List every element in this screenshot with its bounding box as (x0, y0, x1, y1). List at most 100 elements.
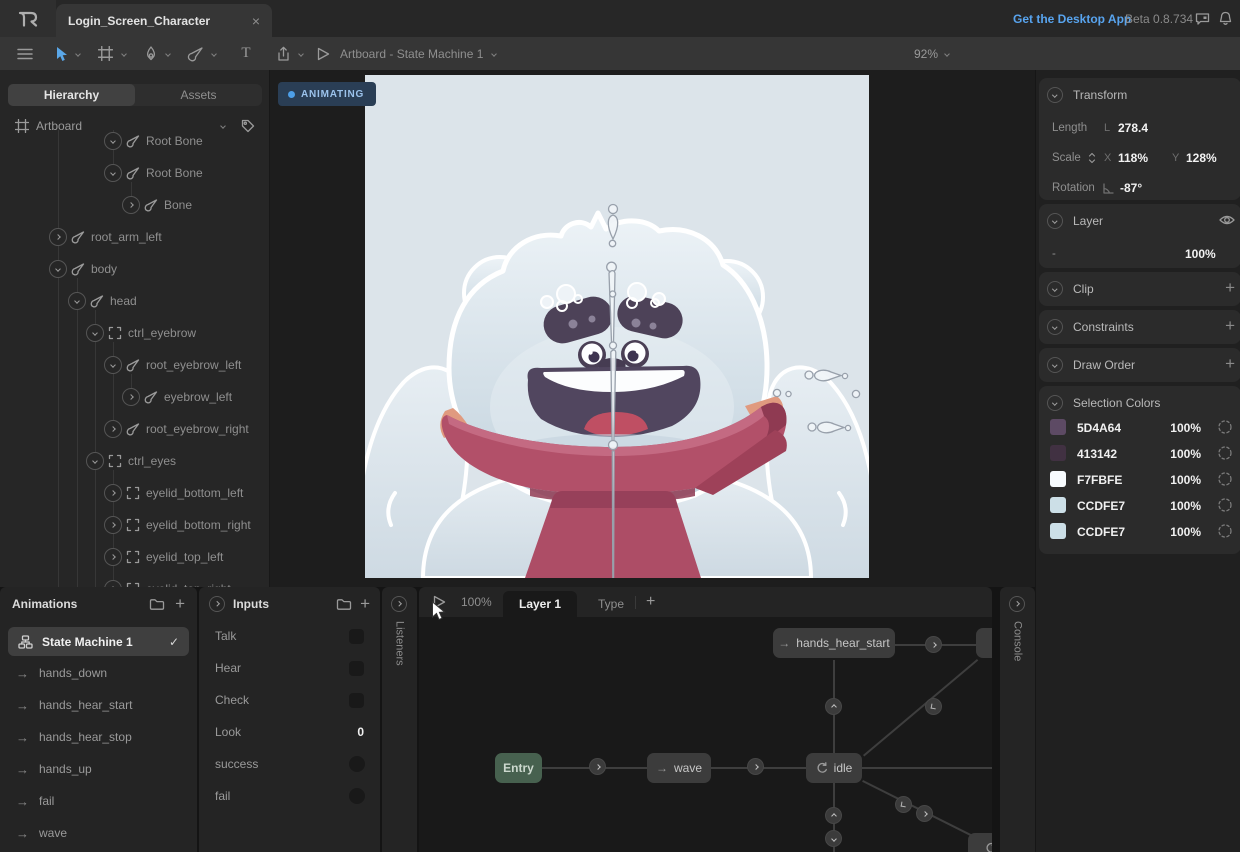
console-strip[interactable]: Console (1000, 587, 1035, 852)
expand-toggle[interactable] (104, 420, 122, 438)
tree-item[interactable]: Bone (0, 189, 269, 221)
scale-x-value[interactable]: 118% (1118, 151, 1148, 165)
transition-arrow[interactable] (825, 807, 842, 824)
export-dropdown[interactable] (296, 37, 306, 70)
rive-logo[interactable] (0, 0, 56, 37)
folder-icon[interactable] (336, 597, 352, 611)
bone-tool-dropdown[interactable] (209, 37, 219, 70)
tree-item[interactable]: body (0, 253, 269, 285)
pen-tool[interactable] (142, 37, 160, 70)
tree-item[interactable]: Root Bone (0, 130, 269, 157)
add-input-button[interactable]: + (360, 594, 370, 614)
color-target-icon[interactable] (1217, 471, 1233, 487)
transition-arrow[interactable] (925, 636, 942, 653)
node-partial[interactable] (976, 628, 992, 658)
trigger-button[interactable] (349, 788, 365, 804)
rotation-value[interactable]: -87° (1120, 181, 1142, 195)
expand-toggle[interactable] (49, 260, 67, 278)
animation-item[interactable]: →hands_hear_start (0, 689, 197, 721)
expand-chevron-icon[interactable] (391, 596, 407, 612)
length-value[interactable]: 278.4 (1118, 121, 1148, 135)
tree-item[interactable]: ctrl_eyes (0, 445, 269, 477)
artboard-canvas[interactable] (365, 75, 869, 578)
graph-zoom-level[interactable]: 100% (461, 595, 492, 609)
boolean-toggle[interactable] (349, 629, 364, 644)
color-target-icon[interactable] (1217, 497, 1233, 513)
transition-arrow[interactable] (916, 805, 933, 822)
artboard-collapse-chevron-icon[interactable] (220, 123, 226, 129)
expand-toggle[interactable] (122, 196, 140, 214)
boolean-toggle[interactable] (349, 693, 364, 708)
transition-arrow[interactable] (747, 758, 764, 775)
expand-toggle[interactable] (104, 356, 122, 374)
listeners-strip[interactable]: Listeners (382, 587, 417, 852)
tree-item[interactable]: eyelid_top_right (0, 573, 269, 587)
tree-item[interactable]: Root Bone (0, 157, 269, 189)
expand-toggle[interactable] (122, 388, 140, 406)
color-swatch[interactable] (1050, 471, 1066, 487)
collapse-chevron-icon[interactable] (209, 596, 225, 612)
animation-item-state-machine[interactable]: State Machine 1 ✓ (8, 627, 189, 656)
input-row[interactable]: fail (199, 780, 380, 812)
tree-item[interactable]: root_eyebrow_right (0, 413, 269, 445)
expand-toggle[interactable] (104, 164, 122, 182)
color-target-icon[interactable] (1217, 419, 1233, 435)
tree-item[interactable]: eyelid_bottom_right (0, 509, 269, 541)
scale-y-value[interactable]: 128% (1186, 151, 1217, 165)
artboard-state-selector[interactable]: Artboard - State Machine 1 (340, 37, 496, 70)
color-target-icon[interactable] (1217, 523, 1233, 539)
tree-item[interactable]: root_arm_left (0, 221, 269, 253)
file-tab[interactable]: Login_Screen_Character × (56, 4, 272, 37)
color-target-icon[interactable] (1217, 445, 1233, 461)
add-animation-button[interactable]: + (175, 594, 185, 614)
tab-assets[interactable]: Assets (135, 84, 262, 106)
feedback-icon[interactable] (1195, 0, 1210, 37)
add-clip-button[interactable]: + (1225, 280, 1235, 296)
select-tool-dropdown[interactable] (73, 37, 83, 70)
color-swatch[interactable] (1050, 523, 1066, 539)
node-idle[interactable]: idle (806, 753, 862, 783)
layer-name[interactable]: - (1052, 248, 1056, 260)
collapse-chevron-icon[interactable] (1047, 281, 1063, 297)
select-tool[interactable] (52, 37, 72, 70)
input-row[interactable]: Talk (199, 620, 380, 652)
notifications-bell-icon[interactable] (1218, 0, 1233, 37)
expand-chevron-icon[interactable] (1009, 596, 1025, 612)
bone-tool[interactable] (185, 37, 205, 70)
tab-layer-1[interactable]: Layer 1 (503, 591, 577, 617)
animation-item[interactable]: →hands_down (0, 657, 197, 689)
collapse-chevron-icon[interactable] (1047, 87, 1063, 103)
export-icon[interactable] (274, 37, 292, 70)
input-row[interactable]: success (199, 748, 380, 780)
expand-toggle[interactable] (104, 132, 122, 150)
tab-type[interactable]: Type (582, 591, 640, 617)
tree-item[interactable]: root_eyebrow_left (0, 349, 269, 381)
transition-arrow[interactable] (825, 830, 842, 847)
expand-toggle[interactable] (68, 292, 86, 310)
close-icon[interactable]: × (252, 13, 260, 29)
trigger-button[interactable] (349, 756, 365, 772)
transition-arrow[interactable] (925, 698, 942, 715)
expand-toggle[interactable] (104, 484, 122, 502)
text-tool[interactable]: T (238, 37, 254, 70)
input-row[interactable]: Check (199, 684, 380, 716)
expand-toggle[interactable] (104, 516, 122, 534)
add-constraint-button[interactable]: + (1225, 318, 1235, 334)
link-stepper-icon[interactable] (1088, 152, 1096, 164)
transition-arrow[interactable] (825, 698, 842, 715)
number-input-value[interactable]: 0 (357, 725, 364, 739)
artboard-tool-dropdown[interactable] (119, 37, 129, 70)
node-wave[interactable]: →wave (647, 753, 711, 783)
menu-hamburger-icon[interactable] (14, 37, 36, 70)
canvas-stage[interactable]: ANIMATING (270, 70, 1035, 587)
node-hands-hear-start[interactable]: →hands_hear_start (773, 628, 895, 658)
collapse-chevron-icon[interactable] (1047, 319, 1063, 335)
collapse-chevron-icon[interactable] (1047, 395, 1063, 411)
collapse-chevron-icon[interactable] (1047, 357, 1063, 373)
folder-icon[interactable] (149, 597, 165, 611)
color-swatch[interactable] (1050, 445, 1066, 461)
desktop-app-link[interactable]: Get the Desktop App (1013, 0, 1131, 37)
node-partial[interactable] (968, 833, 992, 852)
add-draw-order-button[interactable]: + (1225, 356, 1235, 372)
tree-item[interactable]: eyebrow_left (0, 381, 269, 413)
